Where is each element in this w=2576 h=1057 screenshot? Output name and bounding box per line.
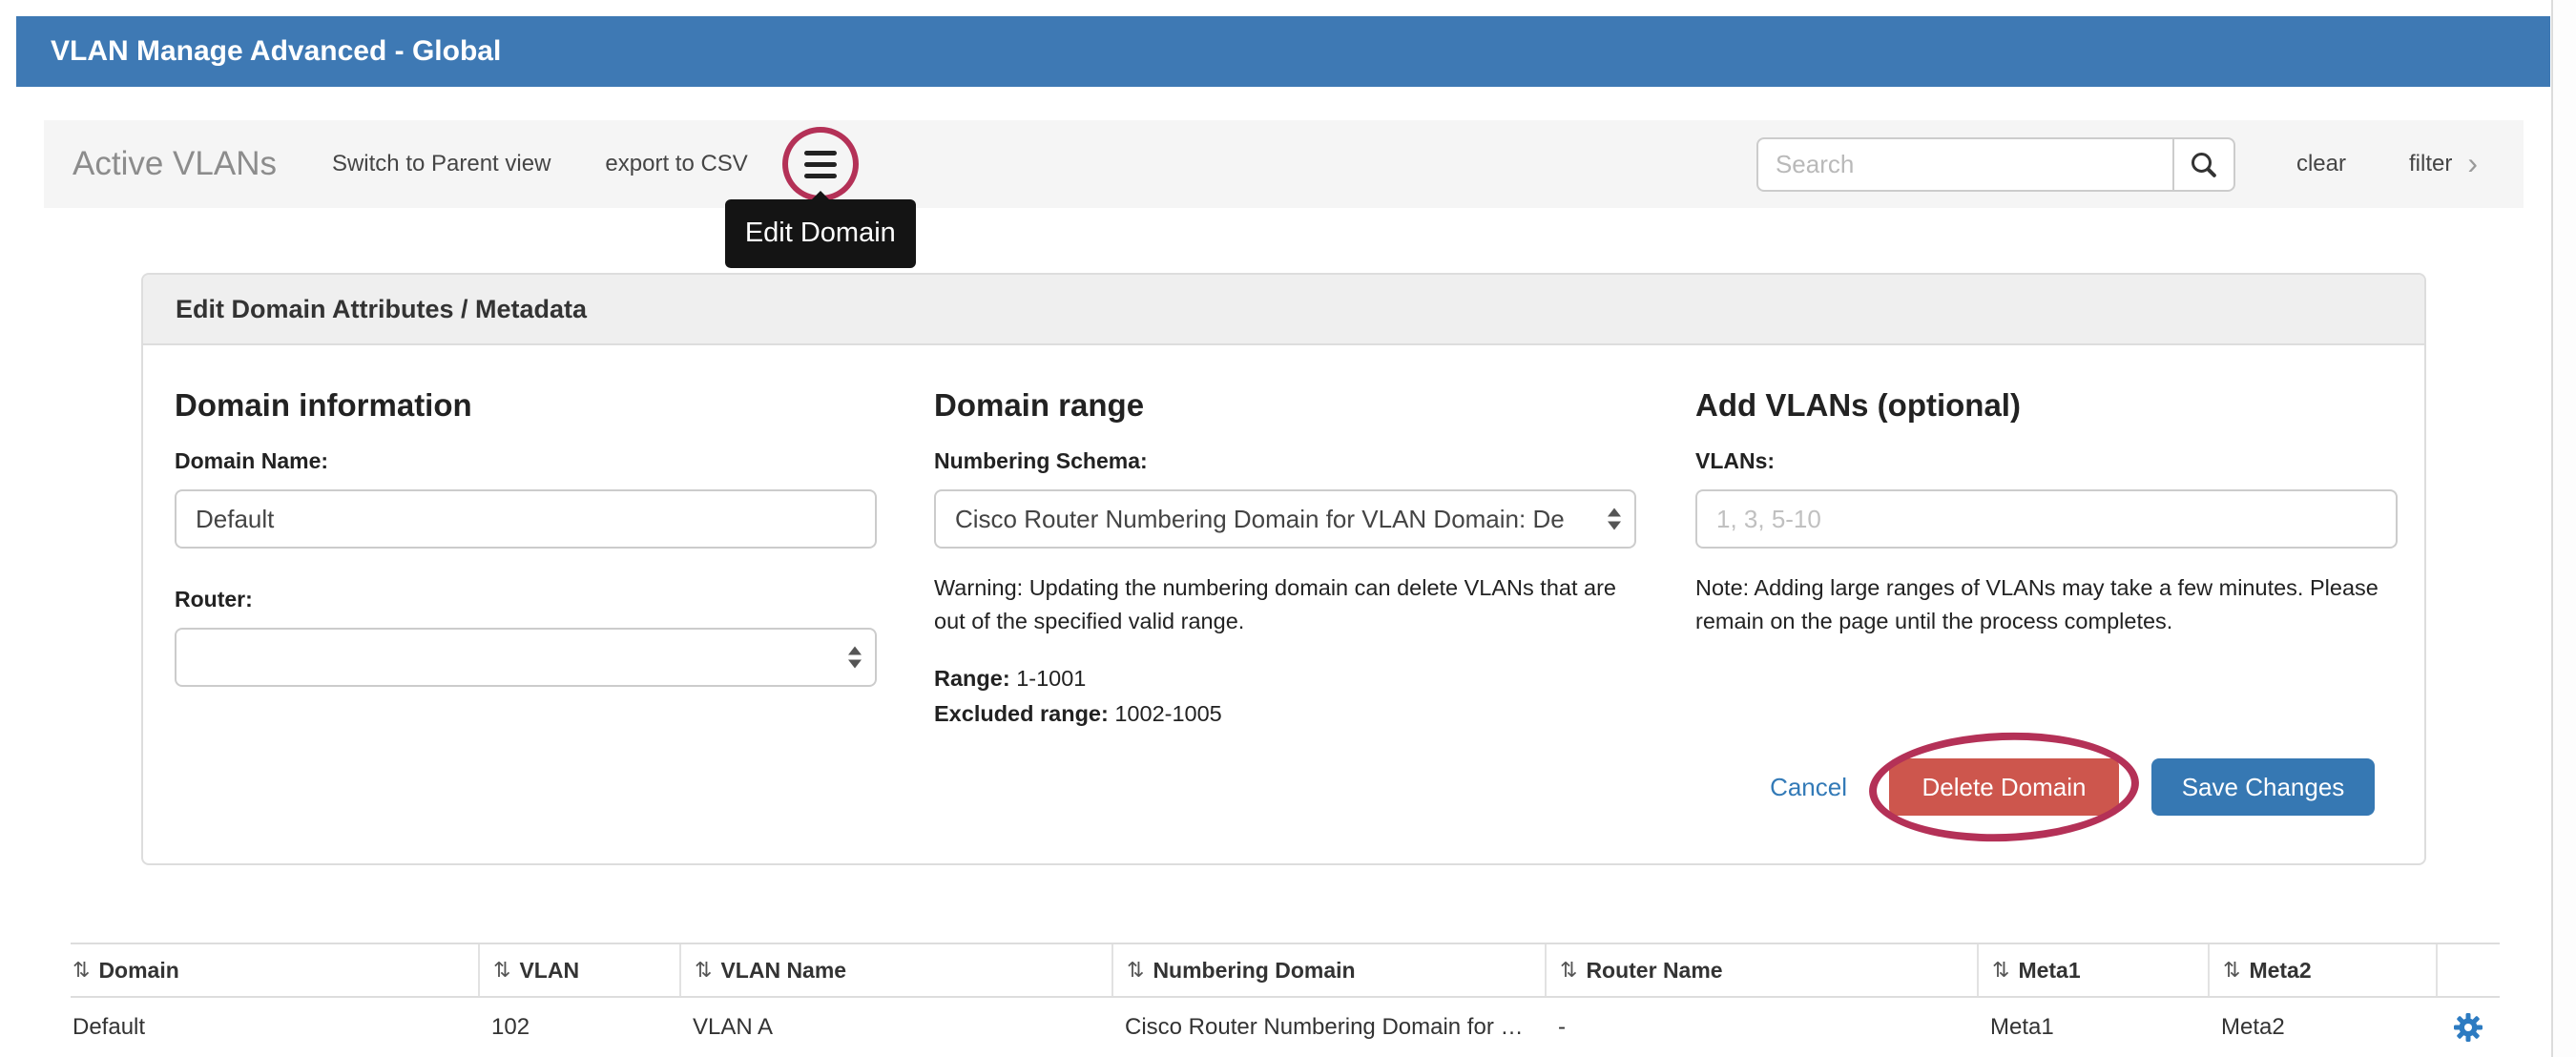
domain-information-heading: Domain information [175, 387, 877, 424]
hamburger-menu-icon [804, 151, 837, 178]
range-label: Range: [934, 666, 1010, 691]
cancel-link[interactable]: Cancel [1770, 773, 1847, 802]
numbering-warning-text: Warning: Updating the numbering domain c… [934, 571, 1645, 639]
cell-domain: Default [71, 1014, 478, 1041]
delete-domain-button[interactable]: Delete Domain [1889, 758, 2119, 816]
cell-numbering-domain: Cisco Router Numbering Domain for … [1111, 1014, 1545, 1041]
toolbar: Active VLANs Switch to Parent view expor… [44, 120, 2524, 208]
column-label: Domain [98, 958, 178, 984]
column-header-router-name[interactable]: ⇅ Router Name [1545, 944, 1977, 996]
edit-domain-tooltip: Edit Domain [725, 199, 916, 268]
cell-meta2: Meta2 [2208, 1014, 2436, 1041]
panel-title: Edit Domain Attributes / Metadata [176, 295, 587, 324]
search-button[interactable] [2172, 137, 2235, 192]
edit-domain-menu-button[interactable]: Edit Domain [782, 127, 859, 201]
domain-name-field[interactable] [175, 489, 877, 549]
clear-link[interactable]: clear [2296, 151, 2346, 177]
sort-icon: ⇅ [2223, 958, 2240, 983]
column-label: Meta1 [2018, 958, 2080, 984]
app-header: VLAN Manage Advanced - Global [16, 16, 2550, 87]
active-vlans-title: Active VLANs [73, 145, 277, 183]
sort-icon: ⇅ [1127, 958, 1144, 983]
panel-actions: Cancel Delete Domain Save Changes [1770, 758, 2375, 816]
range-line: Range: 1-1001 [934, 666, 1636, 692]
router-label: Router: [175, 587, 877, 612]
switch-parent-view-link[interactable]: Switch to Parent view [332, 151, 551, 177]
domain-range-section: Domain range Numbering Schema: Cisco Rou… [934, 345, 1636, 727]
column-header-actions [2436, 944, 2500, 996]
search-input[interactable] [1756, 137, 2172, 192]
search-group [1756, 137, 2235, 192]
column-header-meta2[interactable]: ⇅ Meta2 [2208, 944, 2436, 996]
cell-vlan: 102 [478, 1014, 679, 1041]
save-changes-button[interactable]: Save Changes [2151, 758, 2375, 816]
numbering-schema-value: Cisco Router Numbering Domain for VLAN D… [955, 505, 1565, 534]
numbering-schema-label: Numbering Schema: [934, 448, 1636, 474]
table-header-row: ⇅ Domain ⇅ VLAN ⇅ VLAN Name ⇅ Numbering … [71, 943, 2500, 998]
page-scrollbar[interactable] [2551, 0, 2576, 1057]
edit-domain-panel: Edit Domain Attributes / Metadata Domain… [141, 273, 2426, 865]
column-header-vlan[interactable]: ⇅ VLAN [478, 944, 679, 996]
tooltip-label: Edit Domain [745, 218, 896, 248]
column-header-domain[interactable]: ⇅ Domain [71, 944, 478, 996]
sort-icon: ⇅ [1992, 958, 2009, 983]
cell-vlan-name: VLAN A [679, 1014, 1111, 1041]
table-row: Default 102 VLAN A Cisco Router Numberin… [71, 998, 2500, 1057]
column-header-meta1[interactable]: ⇅ Meta1 [1977, 944, 2208, 996]
numbering-schema-select[interactable]: Cisco Router Numbering Domain for VLAN D… [934, 489, 1636, 549]
range-value: 1-1001 [1016, 666, 1086, 691]
router-select[interactable] [175, 628, 877, 687]
panel-header: Edit Domain Attributes / Metadata [143, 275, 2424, 345]
select-arrows-icon [848, 647, 862, 669]
column-label: VLAN [519, 958, 579, 984]
column-label: Router Name [1586, 958, 1722, 984]
excluded-range-label: Excluded range: [934, 701, 1109, 726]
export-csv-link[interactable]: export to CSV [605, 151, 747, 177]
chevron-right-icon: › [2467, 152, 2478, 176]
column-label: Meta2 [2249, 958, 2311, 984]
add-vlans-note-text: Note: Adding large ranges of VLANs may t… [1695, 571, 2406, 639]
sort-icon: ⇅ [73, 958, 90, 983]
add-vlans-section: Add VLANs (optional) VLANs: Note: Adding… [1695, 345, 2398, 639]
column-header-numbering-domain[interactable]: ⇅ Numbering Domain [1111, 944, 1545, 996]
vlan-table: ⇅ Domain ⇅ VLAN ⇅ VLAN Name ⇅ Numbering … [71, 943, 2500, 1057]
column-header-vlan-name[interactable]: ⇅ VLAN Name [679, 944, 1111, 996]
excluded-range-line: Excluded range: 1002-1005 [934, 701, 1636, 727]
column-label: VLAN Name [720, 958, 846, 984]
column-label: Numbering Domain [1153, 958, 1355, 984]
select-arrows-icon [1608, 508, 1621, 530]
gear-icon [2453, 1012, 2483, 1043]
domain-information-section: Domain information Domain Name: Router: [175, 345, 877, 687]
sort-icon: ⇅ [493, 958, 510, 983]
vlans-label: VLANs: [1695, 448, 2398, 474]
vlans-field[interactable] [1695, 489, 2398, 549]
sort-icon: ⇅ [1560, 958, 1577, 983]
cell-meta1: Meta1 [1977, 1014, 2208, 1041]
filter-label: filter [2409, 151, 2452, 177]
page-title: VLAN Manage Advanced - Global [51, 35, 501, 68]
excluded-range-value: 1002-1005 [1114, 701, 1221, 726]
panel-body: Domain information Domain Name: Router: … [143, 345, 2424, 861]
vlan-manage-page: VLAN Manage Advanced - Global Active VLA… [0, 0, 2576, 1057]
delete-domain-wrap: Delete Domain [1889, 758, 2119, 816]
search-icon [2192, 153, 2212, 173]
add-vlans-heading: Add VLANs (optional) [1695, 387, 2398, 424]
row-settings-gear-button[interactable] [2453, 1012, 2483, 1043]
domain-range-heading: Domain range [934, 387, 1636, 424]
filter-link[interactable]: filter › [2409, 151, 2478, 177]
domain-name-label: Domain Name: [175, 448, 877, 474]
cell-router-name: - [1545, 1014, 1977, 1041]
sort-icon: ⇅ [695, 958, 712, 983]
